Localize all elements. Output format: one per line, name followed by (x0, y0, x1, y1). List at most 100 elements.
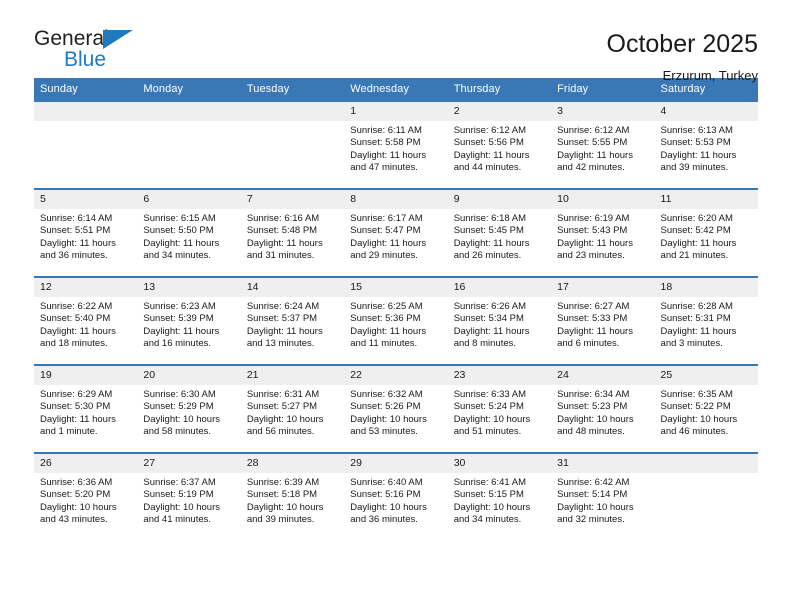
day-cell-13[interactable]: 13 Sunrise: 6:23 AM Sunset: 5:39 PM Dayligh… (137, 277, 241, 364)
day-detail-line: Sunset: 5:29 PM (143, 401, 214, 413)
day-cell-27[interactable]: 27 Sunrise: 6:37 AM Sunset: 5:19 PM Dayligh… (137, 453, 241, 542)
day-detail-line: and 13 minutes. (246, 337, 315, 349)
day-details: Sunrise: 6:13 AM Sunset: 5:53 PM Daylight:… (655, 121, 758, 175)
day-cell-23[interactable]: 23 Sunrise: 6:33 AM Sunset: 5:24 PM Dayligh… (447, 365, 552, 452)
day-detail-line: Sunset: 5:43 PM (557, 225, 628, 237)
day-detail-line: Sunset: 5:34 PM (453, 313, 524, 325)
day-cell-11[interactable]: 11 Sunrise: 6:20 AM Sunset: 5:42 PM Dayligh… (654, 189, 758, 276)
day-cell-15[interactable]: 15 Sunrise: 6:25 AM Sunset: 5:36 PM Dayligh… (344, 277, 448, 364)
day-number (654, 453, 758, 473)
day-detail-line: Sunrise: 6:30 AM (143, 388, 216, 400)
day-cell-empty (654, 453, 758, 542)
day-cell-8[interactable]: 8 Sunrise: 6:17 AM Sunset: 5:47 PM Daylight… (344, 189, 448, 276)
day-cell-30[interactable]: 30 Sunrise: 6:41 AM Sunset: 5:15 PM Dayligh… (447, 453, 552, 542)
day-cell-10[interactable]: 10 Sunrise: 6:19 AM Sunset: 5:43 PM Dayligh… (551, 189, 655, 276)
day-cell-31[interactable]: 31 Sunrise: 6:42 AM Sunset: 5:14 PM Dayligh… (551, 453, 655, 542)
logo-text-general: General (34, 27, 109, 50)
weekday-header-wednesday: Wednesday (350, 83, 410, 95)
day-detail-line: Sunset: 5:30 PM (40, 401, 111, 413)
day-cell-26[interactable]: 26 Sunrise: 6:36 AM Sunset: 5:20 PM Dayligh… (34, 453, 138, 542)
day-detail-line: and 6 minutes. (557, 337, 620, 349)
day-detail-line: Daylight: 10 hours (246, 413, 324, 425)
day-detail-line: Sunset: 5:20 PM (40, 489, 111, 501)
day-details: Sunrise: 6:15 AM Sunset: 5:50 PM Daylight:… (137, 209, 240, 263)
day-number: 7 (240, 189, 345, 209)
day-detail-line: Daylight: 11 hours (350, 149, 427, 161)
day-cell-5[interactable]: 5 Sunrise: 6:14 AM Sunset: 5:51 PM Daylight… (34, 189, 138, 276)
day-detail-line: Daylight: 10 hours (143, 413, 220, 425)
day-detail-line: Sunrise: 6:12 AM (453, 124, 527, 136)
week-row: 12 Sunrise: 6:22 AM Sunset: 5:40 PM Dayligh… (34, 277, 758, 366)
day-detail-line: Daylight: 10 hours (557, 501, 634, 513)
day-details: Sunrise: 6:14 AM Sunset: 5:51 PM Daylight:… (34, 209, 137, 263)
day-detail-line: and 3 minutes. (660, 337, 723, 349)
day-cell-25[interactable]: 25 Sunrise: 6:35 AM Sunset: 5:22 PM Dayligh… (654, 365, 758, 452)
day-cell-6[interactable]: 6 Sunrise: 6:15 AM Sunset: 5:50 PM Daylight… (137, 189, 241, 276)
day-detail-line: Daylight: 11 hours (453, 149, 530, 161)
day-detail-line: Daylight: 10 hours (557, 413, 634, 425)
day-detail-line: Sunset: 5:31 PM (660, 313, 731, 325)
day-details: Sunrise: 6:17 AM Sunset: 5:47 PM Daylight:… (344, 209, 447, 263)
day-detail-line: Sunrise: 6:37 AM (143, 476, 216, 488)
day-detail-line: and 42 minutes. (557, 161, 625, 173)
day-cell-1[interactable]: 1 Sunrise: 6:11 AM Sunset: 5:58 PM Daylight… (344, 101, 448, 188)
day-detail-line: and 41 minutes. (143, 513, 212, 525)
day-cell-9[interactable]: 9 Sunrise: 6:18 AM Sunset: 5:45 PM Daylight… (447, 189, 552, 276)
day-detail-line: Daylight: 11 hours (557, 325, 633, 337)
calendar-grid: Sunday Monday Tuesday Wednesday Thursday Frid… (34, 78, 758, 542)
day-detail-line: Sunrise: 6:25 AM (350, 300, 423, 312)
day-cell-12[interactable]: 12 Sunrise: 6:22 AM Sunset: 5:40 PM Dayligh… (34, 277, 138, 364)
day-cell-17[interactable]: 17 Sunrise: 6:27 AM Sunset: 5:33 PM Dayligh… (551, 277, 655, 364)
day-detail-line: Sunrise: 6:18 AM (453, 212, 527, 224)
day-detail-line: Sunrise: 6:11 AM (350, 124, 422, 136)
day-detail-line: Sunrise: 6:15 AM (143, 212, 216, 224)
day-detail-line: Sunrise: 6:40 AM (350, 476, 423, 488)
day-cell-20[interactable]: 20 Sunrise: 6:30 AM Sunset: 5:29 PM Dayligh… (137, 365, 241, 452)
day-detail-line: Sunset: 5:37 PM (246, 313, 318, 325)
day-cell-18[interactable]: 18 Sunrise: 6:28 AM Sunset: 5:31 PM Dayligh… (654, 277, 758, 364)
day-cell-14[interactable]: 14 Sunrise: 6:24 AM Sunset: 5:37 PM Dayligh… (240, 277, 345, 364)
day-detail-line: Daylight: 11 hours (143, 325, 220, 337)
day-cell-21[interactable]: 21 Sunrise: 6:31 AM Sunset: 5:27 PM Dayligh… (240, 365, 345, 452)
day-detail-line: Daylight: 11 hours (453, 325, 530, 337)
day-detail-line: Sunrise: 6:27 AM (557, 300, 630, 312)
day-cell-28[interactable]: 28 Sunrise: 6:39 AM Sunset: 5:18 PM Dayligh… (240, 453, 345, 542)
day-cell-7[interactable]: 7 Sunrise: 6:16 AM Sunset: 5:48 PM Daylight… (240, 189, 345, 276)
day-detail-line: and 26 minutes. (453, 249, 522, 261)
day-number: 15 (344, 277, 448, 297)
day-detail-line: and 16 minutes. (143, 337, 212, 349)
day-cell-2[interactable]: 2 Sunrise: 6:12 AM Sunset: 5:56 PM Daylight… (447, 101, 552, 188)
day-detail-line: and 44 minutes. (453, 161, 522, 173)
day-details: Sunrise: 6:16 AM Sunset: 5:48 PM Daylight:… (241, 209, 344, 263)
day-cell-4[interactable]: 4 Sunrise: 6:13 AM Sunset: 5:53 PM Daylight… (654, 101, 758, 188)
day-detail-line: and 39 minutes. (660, 161, 729, 173)
day-detail-line: and 46 minutes. (660, 425, 729, 437)
day-detail-line: Sunrise: 6:17 AM (350, 212, 423, 224)
day-detail-line: Sunrise: 6:19 AM (557, 212, 630, 224)
day-number: 1 (344, 101, 448, 121)
day-detail-line: Sunset: 5:53 PM (660, 137, 731, 149)
day-detail-line: Sunset: 5:18 PM (246, 489, 318, 501)
day-detail-line: Daylight: 11 hours (453, 237, 530, 249)
weekday-header-sunday: Sunday (40, 83, 78, 95)
day-detail-line: Sunrise: 6:14 AM (40, 212, 113, 224)
day-number: 16 (447, 277, 552, 297)
day-details (34, 121, 137, 125)
day-cell-3[interactable]: 3 Sunrise: 6:12 AM Sunset: 5:55 PM Daylight… (551, 101, 655, 188)
day-cell-29[interactable]: 29 Sunrise: 6:40 AM Sunset: 5:16 PM Dayligh… (344, 453, 448, 542)
day-detail-line: Sunset: 5:48 PM (246, 225, 318, 237)
day-details: Sunrise: 6:24 AM Sunset: 5:37 PM Daylight:… (241, 297, 344, 351)
day-cell-22[interactable]: 22 Sunrise: 6:32 AM Sunset: 5:26 PM Dayligh… (344, 365, 448, 452)
day-details (655, 473, 758, 477)
page-header: General Blue October 2025 Erzurum, Turke… (0, 0, 792, 83)
day-number: 24 (551, 365, 655, 385)
day-cell-19[interactable]: 19 Sunrise: 6:29 AM Sunset: 5:30 PM Dayligh… (34, 365, 138, 452)
day-details: Sunrise: 6:12 AM Sunset: 5:55 PM Daylight:… (551, 121, 654, 175)
day-number: 18 (654, 277, 758, 297)
generalblue-logo[interactable]: General Blue (34, 28, 154, 76)
day-detail-line: Sunset: 5:15 PM (453, 489, 524, 501)
day-cell-24[interactable]: 24 Sunrise: 6:34 AM Sunset: 5:23 PM Dayligh… (551, 365, 655, 452)
day-detail-line: Sunset: 5:22 PM (660, 401, 731, 413)
day-cell-16[interactable]: 16 Sunrise: 6:26 AM Sunset: 5:34 PM Dayligh… (447, 277, 552, 364)
day-detail-line: and 36 minutes. (40, 249, 108, 261)
